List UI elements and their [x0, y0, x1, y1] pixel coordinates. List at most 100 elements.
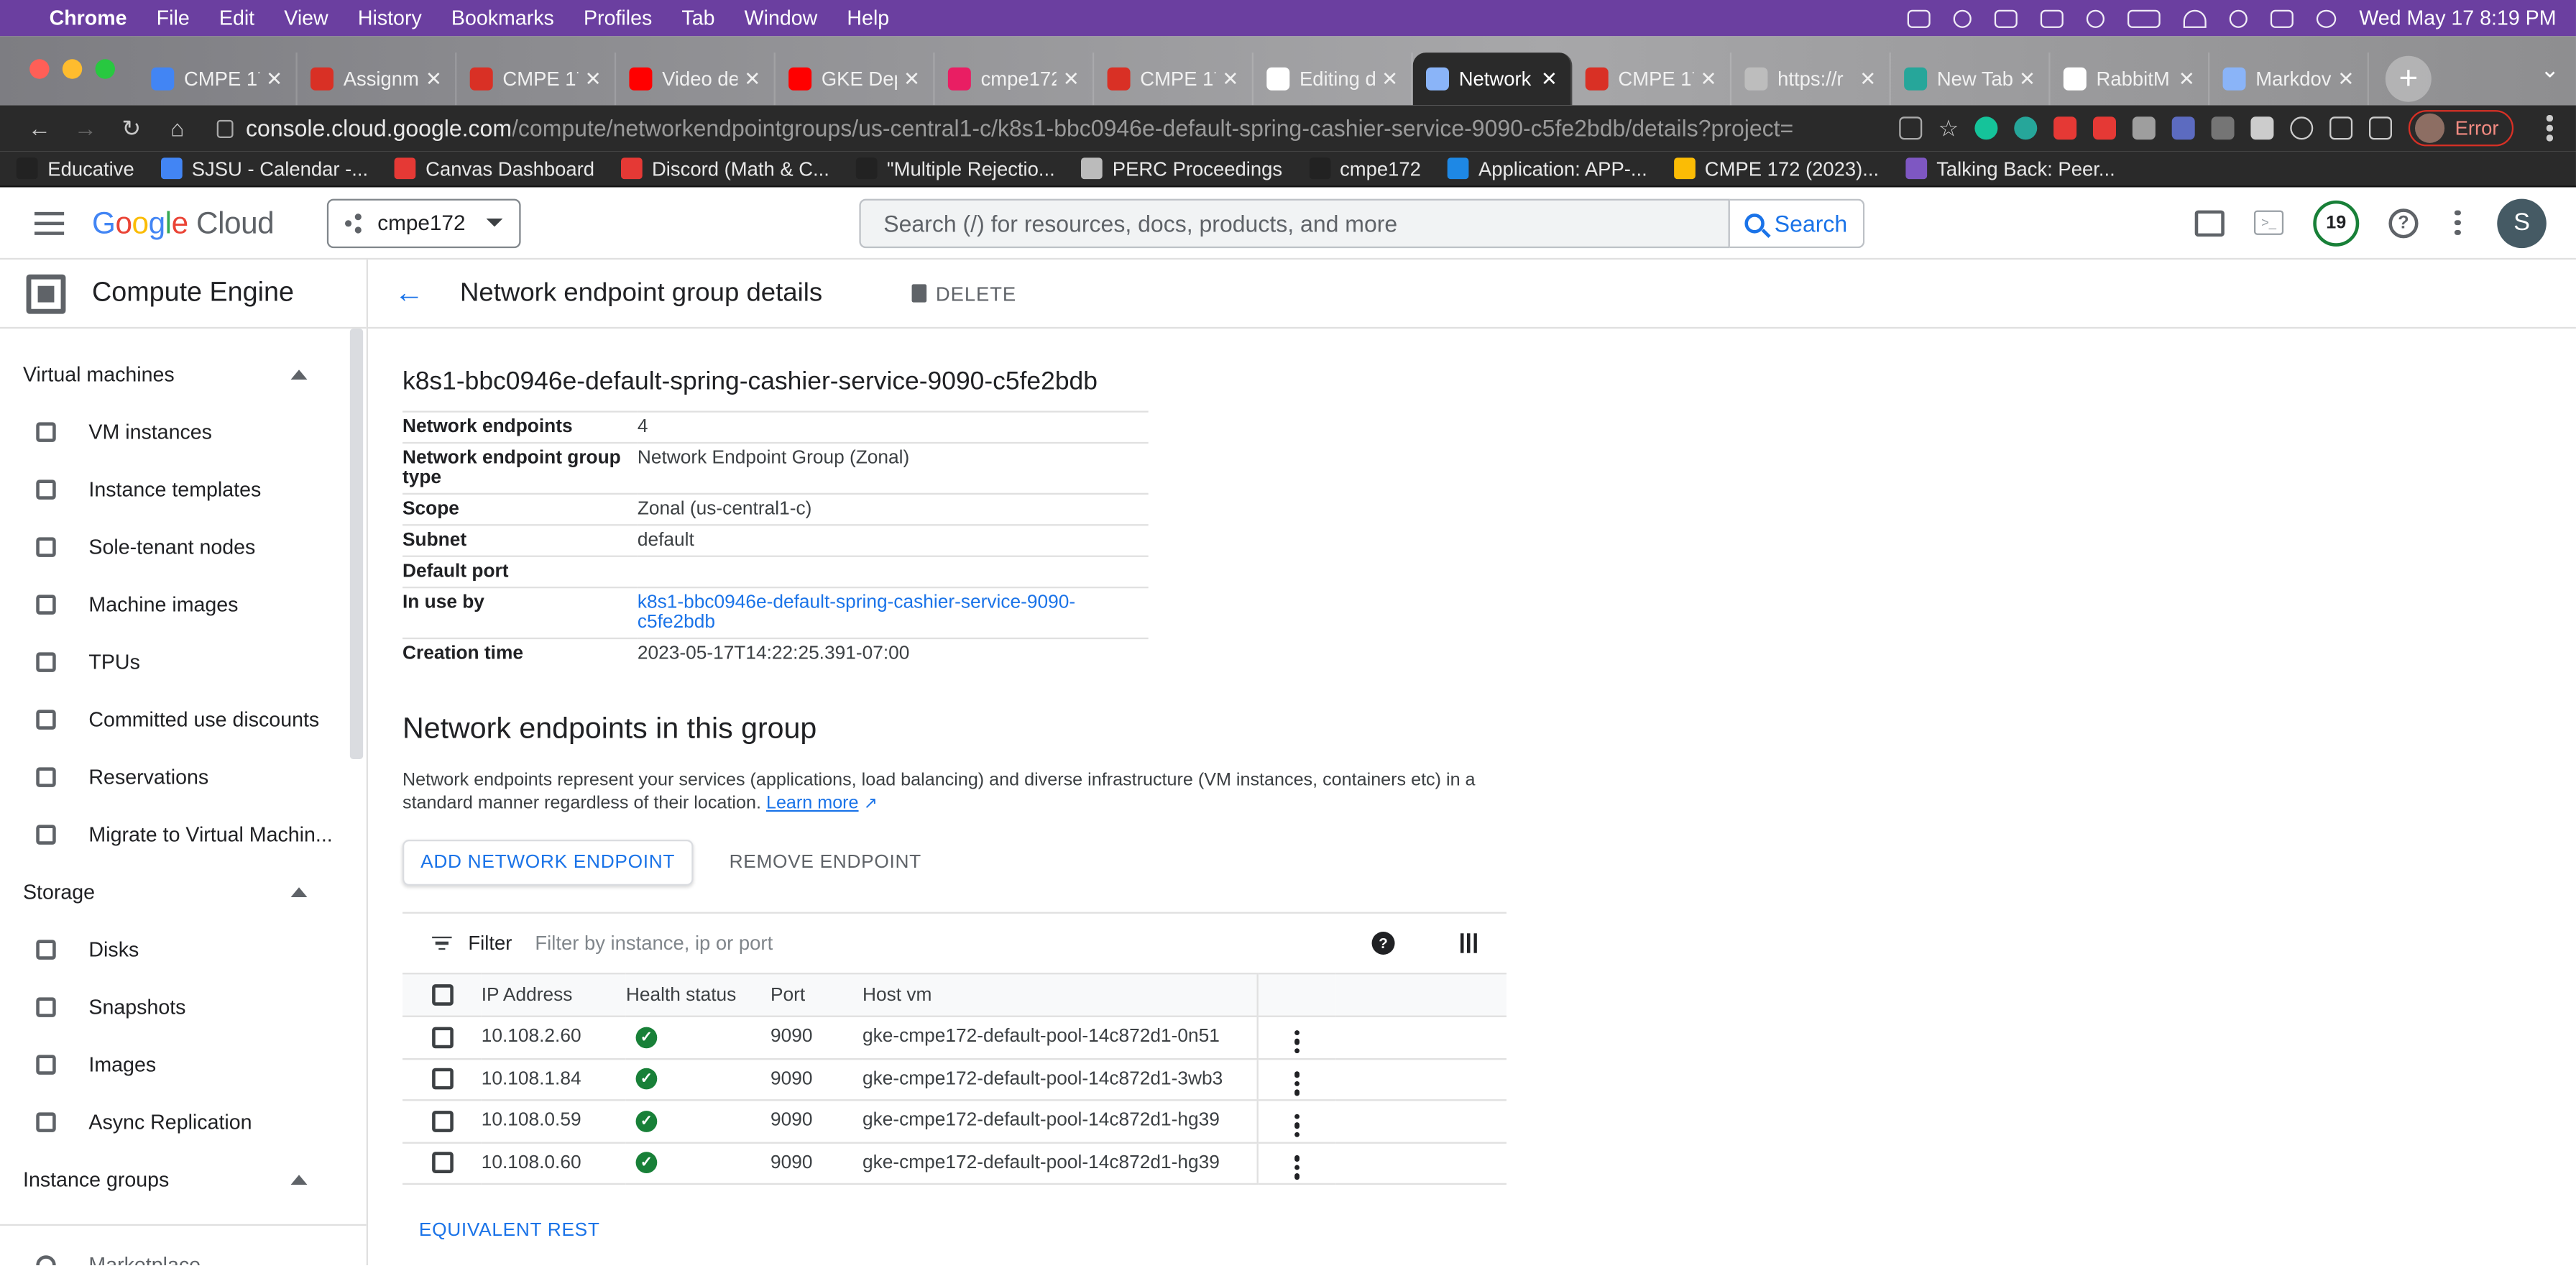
browser-tab[interactable]: GKE Dep ✕ [776, 52, 935, 106]
sidebar-item[interactable]: Machine images [0, 575, 367, 633]
tab-close-icon[interactable]: ✕ [1222, 68, 1238, 91]
chrome-menu-kebab-icon[interactable] [2540, 115, 2559, 141]
red-extension-icon[interactable] [2053, 116, 2077, 140]
m-extension-icon[interactable] [2015, 116, 2038, 140]
row-actions-kebab-icon[interactable] [1293, 1155, 1300, 1180]
share-icon[interactable] [1898, 116, 1922, 140]
sync-icon[interactable] [2291, 116, 2314, 140]
puzzle-extensions-icon[interactable] [2251, 116, 2275, 140]
browser-tab[interactable]: Assignm ✕ [298, 52, 457, 106]
remove-endpoint-button[interactable]: REMOVE ENDPOINT [730, 853, 921, 872]
column-display-options-icon[interactable] [1460, 933, 1477, 953]
doc-extension-icon[interactable] [2172, 116, 2196, 140]
notifications-badge[interactable]: 19 [2313, 199, 2360, 246]
tab-close-icon[interactable]: ✕ [2337, 68, 2354, 91]
sidebar-item[interactable]: VM instances [0, 403, 367, 460]
filter-label[interactable]: Filter [468, 932, 512, 955]
menu-bookmarks[interactable]: Bookmarks [451, 6, 554, 29]
minimize-window-button[interactable] [62, 59, 83, 79]
keyboard-icon[interactable] [2040, 9, 2064, 27]
sidebar-item[interactable]: Snapshots [0, 978, 367, 1035]
menu-view[interactable]: View [284, 6, 328, 29]
sidebar-item-marketplace[interactable]: Marketplace [0, 1236, 367, 1265]
tab-close-icon[interactable]: ✕ [903, 68, 920, 91]
sidebar-section-header[interactable]: Instance groups [0, 1150, 367, 1208]
bookmark-item[interactable]: Discord (Math & C... [620, 157, 829, 180]
column-header-health[interactable]: Health status [625, 973, 770, 1017]
bluetooth-icon[interactable] [2086, 9, 2105, 27]
menu-tab[interactable]: Tab [681, 6, 714, 29]
sidebar-item[interactable]: Reservations [0, 748, 367, 805]
cloud-shell-icon[interactable]: >_ [2253, 210, 2284, 235]
sidebar-item[interactable]: Committed use discounts [0, 690, 367, 748]
browser-tab[interactable]: CMPE 17 ✕ [138, 52, 298, 106]
menu-window[interactable]: Window [745, 6, 818, 29]
tab-close-icon[interactable]: ✕ [1701, 68, 1717, 91]
row-checkbox[interactable] [431, 1152, 453, 1174]
tab-close-icon[interactable]: ✕ [1381, 68, 1398, 91]
browser-tab[interactable]: Network ✕ [1412, 52, 1573, 106]
bookmark-item[interactable]: Educative [16, 157, 134, 180]
gift-icon[interactable] [2194, 209, 2225, 236]
browser-tab[interactable]: CMPE 17 ✕ [456, 52, 617, 106]
hamburger-menu-icon[interactable] [19, 211, 78, 234]
eyedropper-extension-icon[interactable] [2212, 116, 2235, 140]
row-actions-kebab-icon[interactable] [1293, 1071, 1300, 1096]
home-icon[interactable]: ⌂ [155, 115, 201, 142]
delete-button[interactable]: DELETE [911, 282, 1016, 305]
menu-edit[interactable]: Edit [219, 6, 254, 29]
tab-close-icon[interactable]: ✕ [2019, 68, 2036, 91]
tab-close-icon[interactable]: ✕ [426, 68, 442, 91]
sidebar-scrollbar[interactable] [349, 329, 364, 759]
wifi-icon[interactable] [2183, 9, 2207, 27]
spotlight-search-icon[interactable] [2229, 9, 2248, 27]
back-arrow-icon[interactable]: ← [395, 276, 431, 311]
menubar-clock[interactable]: Wed May 17 8:19 PM [2359, 6, 2556, 29]
menu-app-name[interactable]: Chrome [50, 6, 127, 29]
tab-close-icon[interactable]: ✕ [1063, 68, 1080, 91]
tab-search-chevron-icon[interactable]: ⌄ [2540, 56, 2559, 84]
sidebar-section-header[interactable]: Virtual machines [0, 345, 367, 403]
bookmark-item[interactable]: Application: APP-... [1447, 157, 1647, 180]
grey-extension-icon[interactable] [2133, 116, 2156, 140]
tab-close-icon[interactable]: ✕ [585, 68, 602, 91]
sidebar-item[interactable]: Images [0, 1035, 367, 1093]
sidebar-section-header[interactable]: Storage [0, 863, 367, 920]
filter-icon[interactable] [432, 935, 452, 951]
reload-icon[interactable]: ↻ [109, 114, 155, 142]
external-link-icon[interactable]: ↗ [864, 795, 878, 813]
table-row[interactable]: 10.108.1.84 ✓ 9090 gke-cmpe172-default-pool… [402, 1057, 1506, 1101]
table-row[interactable]: 10.108.0.60 ✓ 9090 gke-cmpe172-default-pool… [402, 1142, 1506, 1185]
tab-close-icon[interactable]: ✕ [266, 68, 282, 91]
profile-error-pill[interactable]: Error [2409, 110, 2514, 147]
reading-list-icon[interactable] [2329, 116, 2353, 140]
youtube-extension-icon[interactable] [2093, 116, 2117, 140]
lock-icon[interactable] [216, 119, 233, 137]
table-row[interactable]: 10.108.0.59 ✓ 9090 gke-cmpe172-default-pool… [402, 1100, 1506, 1143]
browser-tab[interactable]: Markdov ✕ [2209, 52, 2369, 106]
grammarly-extension-icon[interactable] [1975, 116, 1999, 140]
browser-tab[interactable]: Video de ✕ [616, 52, 776, 106]
browser-tab[interactable]: RabbitM ✕ [2051, 52, 2210, 106]
sidebar-item[interactable]: Instance templates [0, 460, 367, 518]
sidebar-item[interactable]: Migrate to Virtual Machin... [0, 805, 367, 863]
table-row[interactable]: 10.108.2.60 ✓ 9090 gke-cmpe172-default-pool… [402, 1016, 1506, 1060]
bookmark-item[interactable]: PERC Proceedings [1081, 157, 1282, 180]
add-network-endpoint-button[interactable]: ADD NETWORK ENDPOINT [402, 839, 694, 886]
project-selector[interactable]: cmpe172 [326, 198, 521, 247]
battery-icon[interactable] [2128, 9, 2161, 27]
address-bar[interactable]: console.cloud.google.com /compute/networ… [216, 110, 1794, 146]
filter-help-icon[interactable]: ? [1371, 931, 1395, 955]
bookmark-star-icon[interactable]: ☆ [1938, 114, 1959, 142]
siri-icon[interactable] [2316, 9, 2337, 27]
camera-status-icon[interactable] [1907, 9, 1931, 27]
browser-tab[interactable]: cmpe172 ✕ [935, 52, 1095, 106]
sidebar-item[interactable]: TPUs [0, 633, 367, 690]
column-header-host-vm[interactable]: Host vm [862, 973, 1257, 1017]
search-button[interactable]: Search [1729, 198, 1864, 247]
search-input[interactable]: Search (/) for resources, docs, products… [858, 198, 1730, 247]
browser-tab[interactable]: CMPE 17 ✕ [1094, 52, 1254, 106]
google-cloud-logo[interactable]: Google Cloud [92, 205, 275, 241]
new-tab-button[interactable]: + [2385, 55, 2432, 102]
control-center-icon[interactable] [2270, 9, 2294, 27]
